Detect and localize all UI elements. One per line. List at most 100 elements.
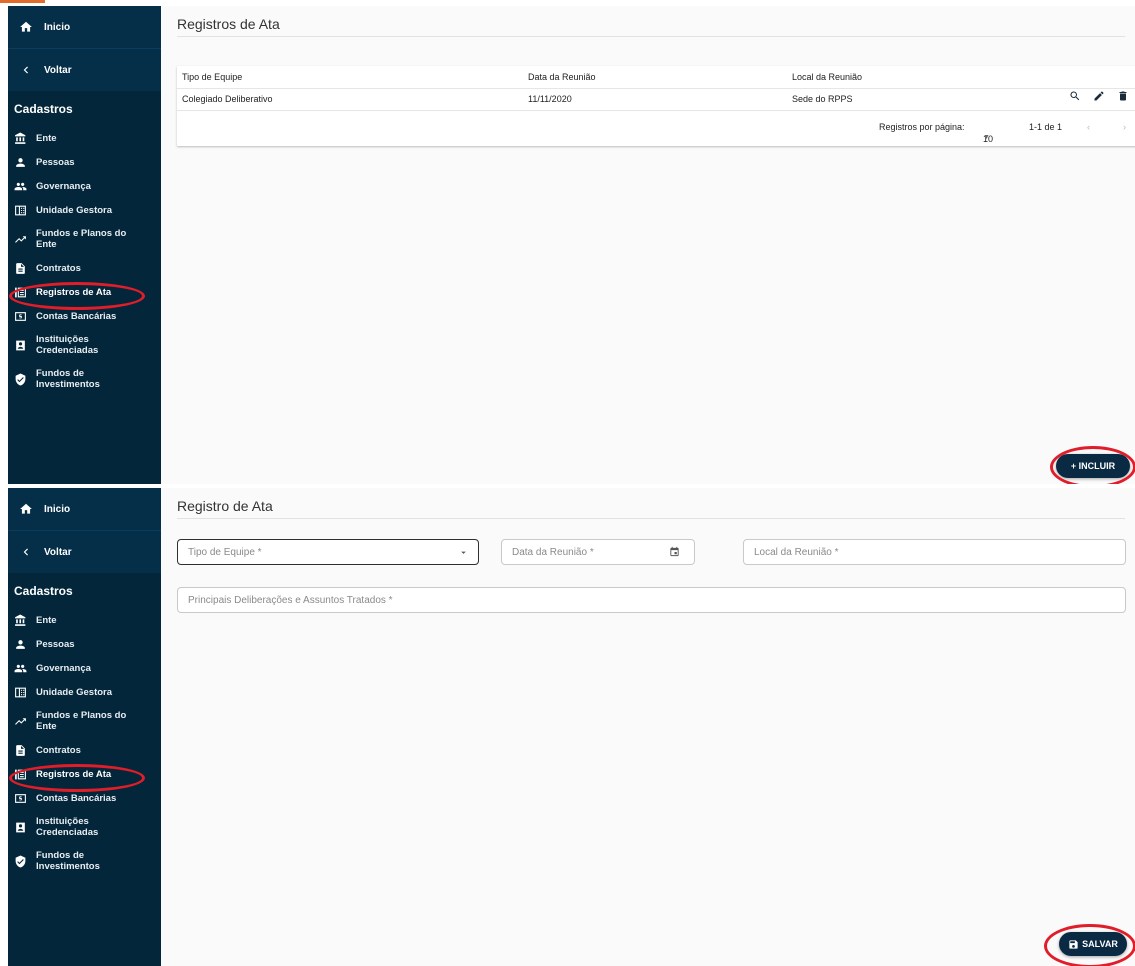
save-button-label: SALVAR (1082, 939, 1118, 949)
tipo-equipe-select[interactable]: Tipo de Equipe * (177, 539, 479, 565)
sidebar-item-registros-ata[interactable]: Registros de Ata (8, 280, 161, 304)
sidebar-item-governanca[interactable]: Governança (8, 656, 161, 680)
sidebar-item-fundos-planos[interactable]: Fundos e Planos do Ente (8, 222, 161, 256)
save-button[interactable]: SALVAR (1059, 932, 1127, 956)
sidebar: Inicio Voltar Cadastros Ente Pessoas Gov… (8, 488, 161, 966)
next-page-button[interactable]: › (1123, 122, 1126, 132)
sidebar-item-label: Ente (36, 132, 57, 144)
sidebar-item-label: Fundos e Planos do Ente (36, 228, 126, 250)
section-title: Cadastros (14, 102, 73, 116)
sidebar-item-label: Pessoas (36, 156, 75, 168)
trending-up-icon (15, 717, 26, 725)
sidebar-item-pessoas[interactable]: Pessoas (8, 150, 161, 174)
label-line2: Credenciadas (36, 827, 99, 838)
section-title: Cadastros (14, 584, 73, 598)
column-header[interactable]: Data da Reunião (528, 66, 596, 88)
delete-button[interactable] (1117, 88, 1129, 101)
sidebar-item-label: Registros de Ata (36, 768, 112, 780)
shield-icon (15, 855, 26, 867)
view-button[interactable] (1069, 88, 1081, 101)
shield-icon (15, 373, 26, 385)
sidebar-item-label: Unidade Gestora (36, 204, 113, 216)
edit-button[interactable] (1093, 88, 1105, 101)
column-header[interactable]: Tipo de Equipe (182, 66, 242, 88)
add-button[interactable]: + INCLUIR (1056, 454, 1130, 478)
pagination: Registros por página: 10 ▼ 1-1 de 1 ‹ › (177, 110, 1135, 144)
tipo-equipe-placeholder: Tipo de Equipe * (188, 547, 262, 558)
sidebar-item-contratos[interactable]: Contratos (8, 738, 161, 762)
label-line1: Fundos e Planos do (36, 710, 127, 721)
top-strip-mark (0, 0, 45, 3)
sidebar-item-label: Fundos e Planos do Ente (36, 710, 126, 732)
local-reuniao-placeholder: Local da Reunião * (754, 547, 839, 558)
sidebar-item-registros-ata[interactable]: Registros de Ata (8, 762, 161, 786)
building-icon (15, 687, 26, 697)
sidebar-item-contas-bancarias[interactable]: Contas Bancárias (8, 786, 161, 810)
list-icon (15, 287, 26, 297)
sidebar-item-label: Instituições Credenciadas (36, 816, 98, 838)
local-reuniao-field[interactable]: Local da Reunião * (743, 539, 1126, 565)
back-link[interactable]: Voltar (8, 48, 161, 91)
sidebar-item-label: Contratos (36, 262, 81, 274)
records-table: Tipo de Equipe Data da Reunião Local da … (177, 66, 1135, 146)
caret-down-icon: ▼ (983, 134, 990, 141)
sidebar-item-instituicoes[interactable]: Instituições Credenciadas (8, 328, 161, 362)
home-link[interactable]: Inicio (8, 488, 161, 530)
back-label: Voltar (44, 546, 72, 558)
sidebar-item-governanca[interactable]: Governança (8, 174, 161, 198)
search-icon (1070, 91, 1080, 101)
document-icon (16, 744, 25, 756)
sidebar-item-fundos-investimentos[interactable]: Fundos de Investimentos (8, 362, 161, 396)
pencil-icon (1094, 91, 1104, 101)
sidebar-item-label: Pessoas (36, 638, 75, 650)
label-line1: Fundos de (36, 850, 85, 861)
people-icon (14, 664, 27, 672)
label-line2: Ente (36, 721, 57, 732)
home-icon (20, 21, 32, 32)
label-line1: Instituições (36, 816, 89, 827)
add-button-label: + INCLUIR (1070, 461, 1116, 471)
page-range: 1-1 de 1 (1029, 122, 1063, 132)
cell-tipo-equipe: Colegiado Deliberativo (182, 94, 273, 104)
sidebar-item-label: Registros de Ata (36, 286, 112, 298)
sidebar-item-label: Governança (36, 662, 91, 674)
deliberacoes-field[interactable]: Principais Deliberações e Assuntos Trata… (177, 587, 1126, 613)
building-icon (15, 205, 26, 215)
sidebar-item-ente[interactable]: Ente (8, 608, 161, 632)
form-screen: Inicio Voltar Cadastros Ente Pessoas Gov… (8, 488, 1135, 966)
rows-per-page-label: Registros por página: (879, 122, 965, 132)
back-link[interactable]: Voltar (8, 530, 161, 573)
sidebar-item-unidade-gestora[interactable]: Unidade Gestora (8, 198, 161, 222)
home-link[interactable]: Inicio (8, 6, 161, 48)
badge-icon (16, 822, 25, 832)
home-icon (20, 503, 32, 514)
people-icon (14, 182, 27, 190)
page-title: Registros de Ata (177, 16, 280, 32)
sidebar-item-fundos-planos[interactable]: Fundos e Planos do Ente (8, 704, 161, 738)
table-row: Colegiado Deliberativo 11/11/2020 Sede d… (177, 88, 1135, 111)
sidebar-item-unidade-gestora[interactable]: Unidade Gestora (8, 680, 161, 704)
money-icon (15, 311, 26, 321)
prev-page-button[interactable]: ‹ (1087, 122, 1090, 132)
sidebar-item-fundos-investimentos[interactable]: Fundos de Investimentos (8, 844, 161, 878)
label-line1: Fundos e Planos do (36, 228, 127, 239)
sidebar-item-label: Instituições Credenciadas (36, 334, 98, 356)
data-reuniao-field[interactable]: Data da Reunião * (501, 539, 695, 565)
sidebar-item-ente[interactable]: Ente (8, 126, 161, 150)
trending-up-icon (15, 235, 26, 243)
sidebar-item-instituicoes[interactable]: Instituições Credenciadas (8, 810, 161, 844)
column-header[interactable]: Local da Reunião (792, 66, 862, 88)
sidebar-item-contas-bancarias[interactable]: Contas Bancárias (8, 304, 161, 328)
badge-icon (16, 340, 25, 350)
sidebar-item-label: Unidade Gestora (36, 686, 113, 698)
sidebar-item-label: Ente (36, 614, 57, 626)
title-divider (177, 518, 1125, 519)
cell-local-reuniao: Sede do RPPS (792, 94, 853, 104)
label-line2: Credenciadas (36, 345, 99, 356)
sidebar-item-pessoas[interactable]: Pessoas (8, 632, 161, 656)
data-reuniao-placeholder: Data da Reunião * (512, 547, 594, 558)
sidebar-item-label: Contas Bancárias (36, 792, 117, 804)
label-line2: Investimentos (36, 861, 100, 872)
sidebar-item-label: Governança (36, 180, 91, 192)
sidebar-item-contratos[interactable]: Contratos (8, 256, 161, 280)
